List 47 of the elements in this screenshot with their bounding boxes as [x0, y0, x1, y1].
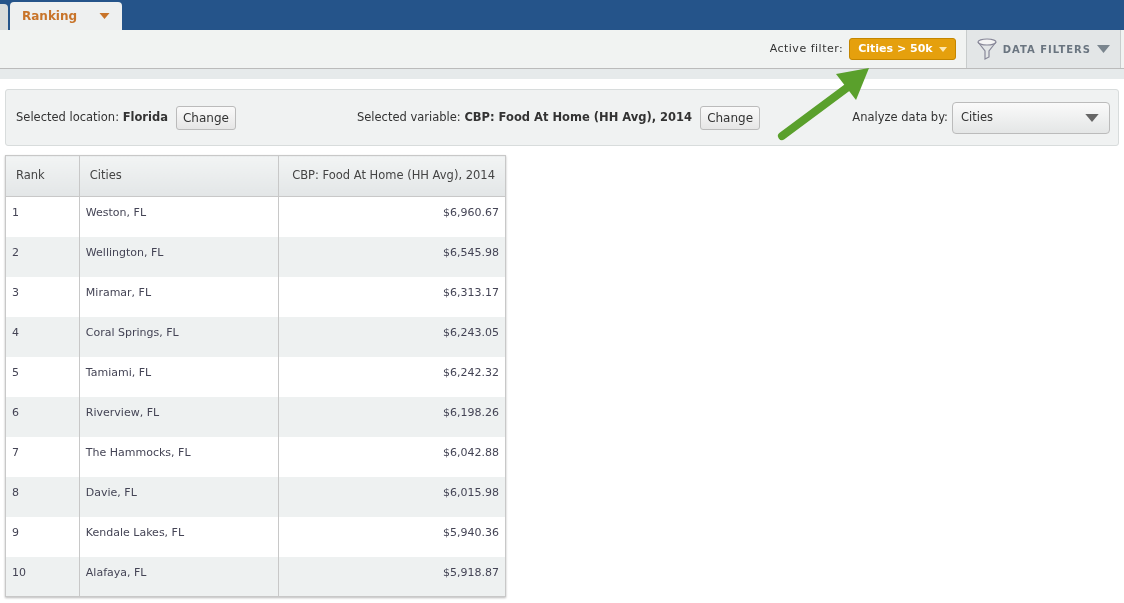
column-header: Cities — [79, 155, 279, 197]
table-cell: $6,243.05 — [278, 316, 506, 357]
table-cell: $6,198.26 — [278, 396, 506, 437]
table-cell: $6,313.17 — [278, 276, 506, 317]
caret-icon — [938, 46, 947, 52]
table-cell: Kendale Lakes, FL — [79, 516, 279, 557]
table-cell: 1 — [5, 196, 80, 237]
location-label: Selected location: Florida — [16, 108, 168, 126]
table-cell: 6 — [5, 396, 80, 437]
data-filters-button[interactable]: DATA FILTERS — [965, 30, 1121, 68]
caret-icon — [99, 13, 111, 19]
table-cell: Miramar, FL — [79, 276, 279, 317]
table-cell: Weston, FL — [79, 196, 279, 237]
table-cell: Riverview, FL — [79, 396, 279, 437]
table-cell: 2 — [5, 236, 80, 277]
caret-icon — [1097, 45, 1110, 53]
analyze-label: Analyze data by: — [852, 108, 948, 126]
change-button[interactable]: Change — [700, 105, 761, 130]
table-cell: $6,960.67 — [278, 196, 506, 237]
table-cell: Tamiami, FL — [79, 356, 279, 397]
table-cell: $6,545.98 — [278, 236, 506, 277]
table-cell: $6,042.88 — [278, 436, 506, 477]
table-cell: $5,918.87 — [278, 556, 506, 597]
table-cell: Davie, FL — [79, 476, 279, 517]
variable-label: Selected variable: CBP: Food At Home (HH Avg), 2014 — [356, 108, 693, 126]
column-header: CBP: Food At Home (HH Avg), 2014 — [278, 155, 506, 197]
table-cell: 5 — [5, 356, 80, 397]
table-cell: The Hammocks, FL — [79, 436, 279, 477]
table-cell: Coral Springs, FL — [79, 316, 279, 357]
table-cell: 9 — [5, 516, 80, 557]
funnel-icon — [976, 38, 997, 60]
table-cell: Alafaya, FL — [79, 556, 279, 597]
table-cell: Wellington, FL — [79, 236, 279, 277]
table-cell: 3 — [5, 276, 80, 317]
table-cell: $5,940.36 — [278, 516, 506, 557]
filter-label: Active filter: — [769, 40, 844, 57]
analyze-dropdown[interactable]: Cities — [952, 101, 1110, 134]
change-button[interactable]: Change — [176, 105, 236, 130]
column-header: Rank — [5, 155, 80, 197]
table-cell: 4 — [5, 316, 80, 357]
caret-icon — [1085, 113, 1099, 122]
tab-edge[interactable] — [0, 4, 8, 30]
table-cell: 7 — [5, 436, 80, 477]
table-cell: 8 — [5, 476, 80, 517]
table-cell: $6,242.32 — [278, 356, 506, 397]
table-cell: 10 — [5, 556, 80, 597]
table-cell: $6,015.98 — [278, 476, 506, 517]
